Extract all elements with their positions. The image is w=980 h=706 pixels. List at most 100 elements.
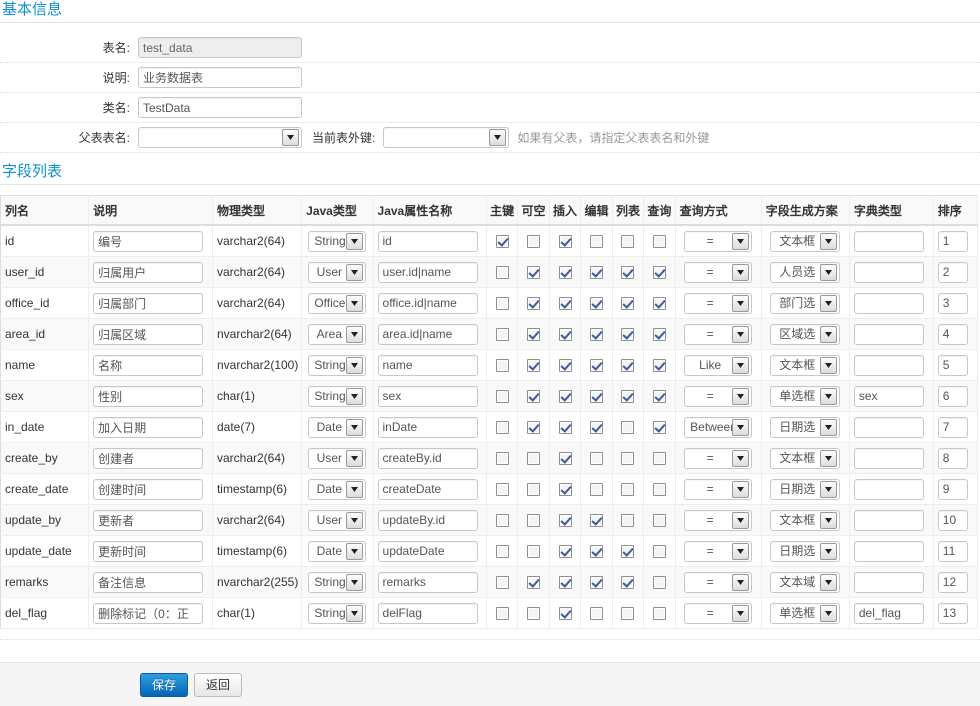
- is-list-checkbox[interactable]: [621, 390, 635, 404]
- java-field-input[interactable]: [377, 230, 478, 252]
- sort-input[interactable]: [937, 230, 968, 252]
- is-list-checkbox[interactable]: [621, 421, 635, 435]
- is-query-checkbox[interactable]: [652, 235, 666, 249]
- is-insert-checkbox[interactable]: [558, 452, 572, 466]
- sort-input[interactable]: [937, 447, 968, 469]
- sort-input[interactable]: [937, 323, 968, 345]
- is-query-checkbox[interactable]: [652, 607, 666, 621]
- is-nullable-checkbox[interactable]: [527, 359, 541, 373]
- is-pk-checkbox[interactable]: [495, 545, 509, 559]
- java-field-input[interactable]: [377, 354, 478, 376]
- is-list-checkbox[interactable]: [621, 607, 635, 621]
- query-type-select[interactable]: =: [684, 261, 753, 283]
- class-name-input[interactable]: [138, 97, 302, 118]
- is-nullable-checkbox[interactable]: [527, 545, 541, 559]
- comment-input[interactable]: [93, 385, 204, 407]
- comment-input[interactable]: [93, 261, 204, 283]
- sort-input[interactable]: [937, 416, 968, 438]
- is-edit-checkbox[interactable]: [589, 514, 603, 528]
- show-type-select[interactable]: 文本域: [770, 571, 841, 593]
- is-query-checkbox[interactable]: [652, 297, 666, 311]
- query-type-select[interactable]: =: [684, 323, 753, 345]
- is-edit-checkbox[interactable]: [589, 328, 603, 342]
- is-query-checkbox[interactable]: [652, 545, 666, 559]
- java-field-input[interactable]: [377, 261, 478, 283]
- java-type-select[interactable]: Date: [308, 540, 367, 562]
- dict-type-input[interactable]: [853, 292, 925, 314]
- dict-type-input[interactable]: [853, 230, 925, 252]
- comments-input[interactable]: [138, 67, 302, 88]
- is-pk-checkbox[interactable]: [495, 297, 509, 311]
- is-list-checkbox[interactable]: [621, 235, 635, 249]
- is-edit-checkbox[interactable]: [589, 297, 603, 311]
- java-field-input[interactable]: [377, 602, 478, 624]
- is-edit-checkbox[interactable]: [589, 576, 603, 590]
- java-field-input[interactable]: [377, 447, 478, 469]
- is-pk-checkbox[interactable]: [495, 514, 509, 528]
- is-edit-checkbox[interactable]: [589, 452, 603, 466]
- is-pk-checkbox[interactable]: [495, 576, 509, 590]
- java-type-select[interactable]: Date: [308, 478, 367, 500]
- java-field-input[interactable]: [377, 385, 478, 407]
- comment-input[interactable]: [93, 602, 204, 624]
- comment-input[interactable]: [93, 323, 204, 345]
- query-type-select[interactable]: =: [684, 571, 753, 593]
- comment-input[interactable]: [93, 540, 204, 562]
- is-nullable-checkbox[interactable]: [527, 452, 541, 466]
- java-type-select[interactable]: Office: [308, 292, 367, 314]
- is-query-checkbox[interactable]: [652, 514, 666, 528]
- sort-input[interactable]: [937, 602, 968, 624]
- is-nullable-checkbox[interactable]: [527, 235, 541, 249]
- sort-input[interactable]: [937, 354, 968, 376]
- is-nullable-checkbox[interactable]: [527, 328, 541, 342]
- is-query-checkbox[interactable]: [652, 328, 666, 342]
- java-field-input[interactable]: [377, 509, 478, 531]
- is-nullable-checkbox[interactable]: [527, 483, 541, 497]
- is-edit-checkbox[interactable]: [589, 266, 603, 280]
- is-query-checkbox[interactable]: [652, 452, 666, 466]
- is-nullable-checkbox[interactable]: [527, 514, 541, 528]
- show-type-select[interactable]: 区域选: [770, 323, 841, 345]
- is-nullable-checkbox[interactable]: [527, 607, 541, 621]
- is-pk-checkbox[interactable]: [495, 390, 509, 404]
- show-type-select[interactable]: 单选框: [770, 385, 841, 407]
- query-type-select[interactable]: =: [684, 385, 753, 407]
- sort-input[interactable]: [937, 571, 968, 593]
- is-query-checkbox[interactable]: [652, 421, 666, 435]
- is-list-checkbox[interactable]: [621, 452, 635, 466]
- table-name-input[interactable]: [138, 37, 302, 58]
- is-insert-checkbox[interactable]: [558, 328, 572, 342]
- query-type-select[interactable]: =: [684, 292, 753, 314]
- java-field-input[interactable]: [377, 323, 478, 345]
- is-pk-checkbox[interactable]: [495, 421, 509, 435]
- is-list-checkbox[interactable]: [621, 576, 635, 590]
- java-type-select[interactable]: Area: [308, 323, 367, 345]
- is-query-checkbox[interactable]: [652, 576, 666, 590]
- is-insert-checkbox[interactable]: [558, 576, 572, 590]
- show-type-select[interactable]: 文本框: [770, 447, 841, 469]
- comment-input[interactable]: [93, 230, 204, 252]
- sort-input[interactable]: [937, 478, 968, 500]
- is-pk-checkbox[interactable]: [495, 607, 509, 621]
- comment-input[interactable]: [93, 292, 204, 314]
- is-list-checkbox[interactable]: [621, 328, 635, 342]
- is-nullable-checkbox[interactable]: [527, 297, 541, 311]
- is-edit-checkbox[interactable]: [589, 483, 603, 497]
- is-pk-checkbox[interactable]: [495, 235, 509, 249]
- is-pk-checkbox[interactable]: [495, 452, 509, 466]
- is-nullable-checkbox[interactable]: [527, 266, 541, 280]
- is-pk-checkbox[interactable]: [495, 359, 509, 373]
- sort-input[interactable]: [937, 292, 968, 314]
- comment-input[interactable]: [93, 447, 204, 469]
- java-field-input[interactable]: [377, 540, 478, 562]
- sort-input[interactable]: [937, 509, 968, 531]
- is-nullable-checkbox[interactable]: [527, 390, 541, 404]
- parent-table-select[interactable]: [138, 127, 302, 148]
- is-insert-checkbox[interactable]: [558, 514, 572, 528]
- java-type-select[interactable]: String: [308, 385, 367, 407]
- is-list-checkbox[interactable]: [621, 359, 635, 373]
- is-edit-checkbox[interactable]: [589, 421, 603, 435]
- comment-input[interactable]: [93, 509, 204, 531]
- is-pk-checkbox[interactable]: [495, 483, 509, 497]
- show-type-select[interactable]: 日期选: [770, 478, 841, 500]
